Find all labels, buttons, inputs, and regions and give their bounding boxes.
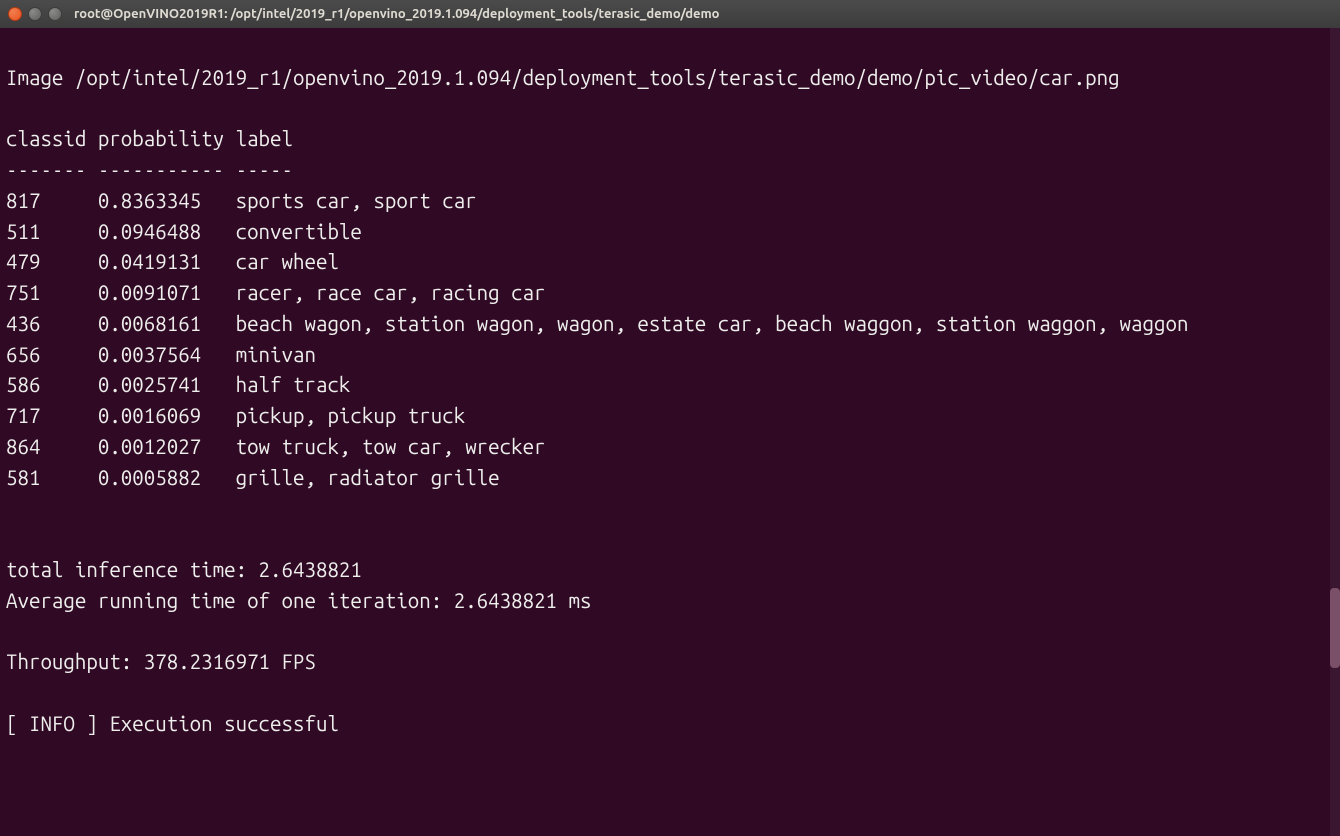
close-icon[interactable]	[8, 7, 22, 21]
terminal-line: Throughput: 378.2316971 FPS	[6, 650, 316, 673]
terminal-table-row: 479 0.0419131 car wheel	[6, 250, 339, 273]
terminal-line: Image /opt/intel/2019_r1/openvino_2019.1…	[6, 66, 1120, 89]
terminal-table-row: 511 0.0946488 convertible	[6, 220, 362, 243]
terminal-table-header: classid probability label	[6, 127, 293, 150]
terminal-line: Average running time of one iteration: 2…	[6, 589, 591, 612]
maximize-icon[interactable]	[48, 7, 62, 21]
terminal-table-row: 581 0.0005882 grille, radiator grille	[6, 466, 500, 489]
terminal-table-row: 864 0.0012027 tow truck, tow car, wrecke…	[6, 435, 546, 458]
terminal-table-row: 817 0.8363345 sports car, sport car	[6, 189, 477, 212]
terminal-table-row: 436 0.0068161 beach wagon, station wagon…	[6, 312, 1188, 335]
window-titlebar: root@OpenVINO2019R1: /opt/intel/2019_r1/…	[0, 0, 1340, 28]
terminal-line: [ INFO ] Execution successful	[6, 712, 339, 735]
terminal-table-row: 586 0.0025741 half track	[6, 373, 350, 396]
minimize-icon[interactable]	[28, 7, 42, 21]
terminal-output[interactable]: Image /opt/intel/2019_r1/openvino_2019.1…	[0, 28, 1340, 836]
scrollbar-track[interactable]	[1330, 28, 1340, 836]
terminal-table-row: 751 0.0091071 racer, race car, racing ca…	[6, 281, 546, 304]
scrollbar-thumb[interactable]	[1330, 588, 1340, 668]
terminal-table-divider: ------- ----------- -----	[6, 158, 293, 181]
terminal-table-row: 717 0.0016069 pickup, pickup truck	[6, 404, 465, 427]
window-title: root@OpenVINO2019R1: /opt/intel/2019_r1/…	[74, 7, 720, 21]
terminal-table-row: 656 0.0037564 minivan	[6, 343, 316, 366]
terminal-line: total inference time: 2.6438821	[6, 558, 362, 581]
